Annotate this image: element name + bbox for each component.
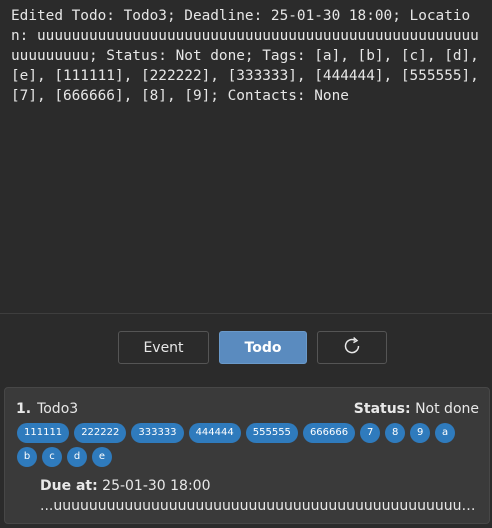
tag-list: 111111 222222 333333 444444 555555 66666… [17,423,477,467]
item-index: 1. [16,401,32,417]
tag-badge: e [92,447,112,467]
tag-badge: 9 [410,423,431,443]
location-value: ...uuuuuuuuuuuuuuuuuuuuuuuuuuuuuuuuuuuuu… [40,498,480,514]
tag-badge: 333333 [131,423,184,443]
due-label: Due at: [40,478,98,494]
item-header: 1. Todo3 Status: Not done [16,401,479,421]
refresh-button[interactable] [317,331,387,364]
tag-badge: b [17,447,37,467]
tag-badge: 222222 [74,423,127,443]
item-title: Todo3 [37,401,79,417]
status-field: Status: Not done [354,401,479,417]
tag-badge: 444444 [188,423,241,443]
tag-badge: 555555 [245,423,298,443]
tag-badge: a [435,423,456,443]
status-value: Not done [415,401,479,417]
tag-badge: 111111 [17,423,70,443]
tag-badge: d [67,447,87,467]
command-result-text: Edited Todo: Todo3; Deadline: 25-01-30 1… [11,8,488,104]
todo-list-item[interactable]: 1. Todo3 Status: Not done 111111 222222 3… [4,387,490,524]
todo-button[interactable]: Todo [219,331,307,364]
command-result-display: Edited Todo: Todo3; Deadline: 25-01-30 1… [0,0,492,314]
view-toolbar: Event Todo [0,314,492,384]
tag-badge: 8 [385,423,406,443]
due-value: 25-01-30 18:00 [102,478,211,494]
tag-badge: 666666 [302,423,356,443]
event-button[interactable]: Event [118,331,209,364]
status-label: Status: [353,401,411,417]
tag-badge: 7 [360,423,381,443]
refresh-icon [341,335,363,361]
due-field: Due at: 25-01-30 18:00 [40,478,211,494]
tag-badge: c [42,447,62,467]
